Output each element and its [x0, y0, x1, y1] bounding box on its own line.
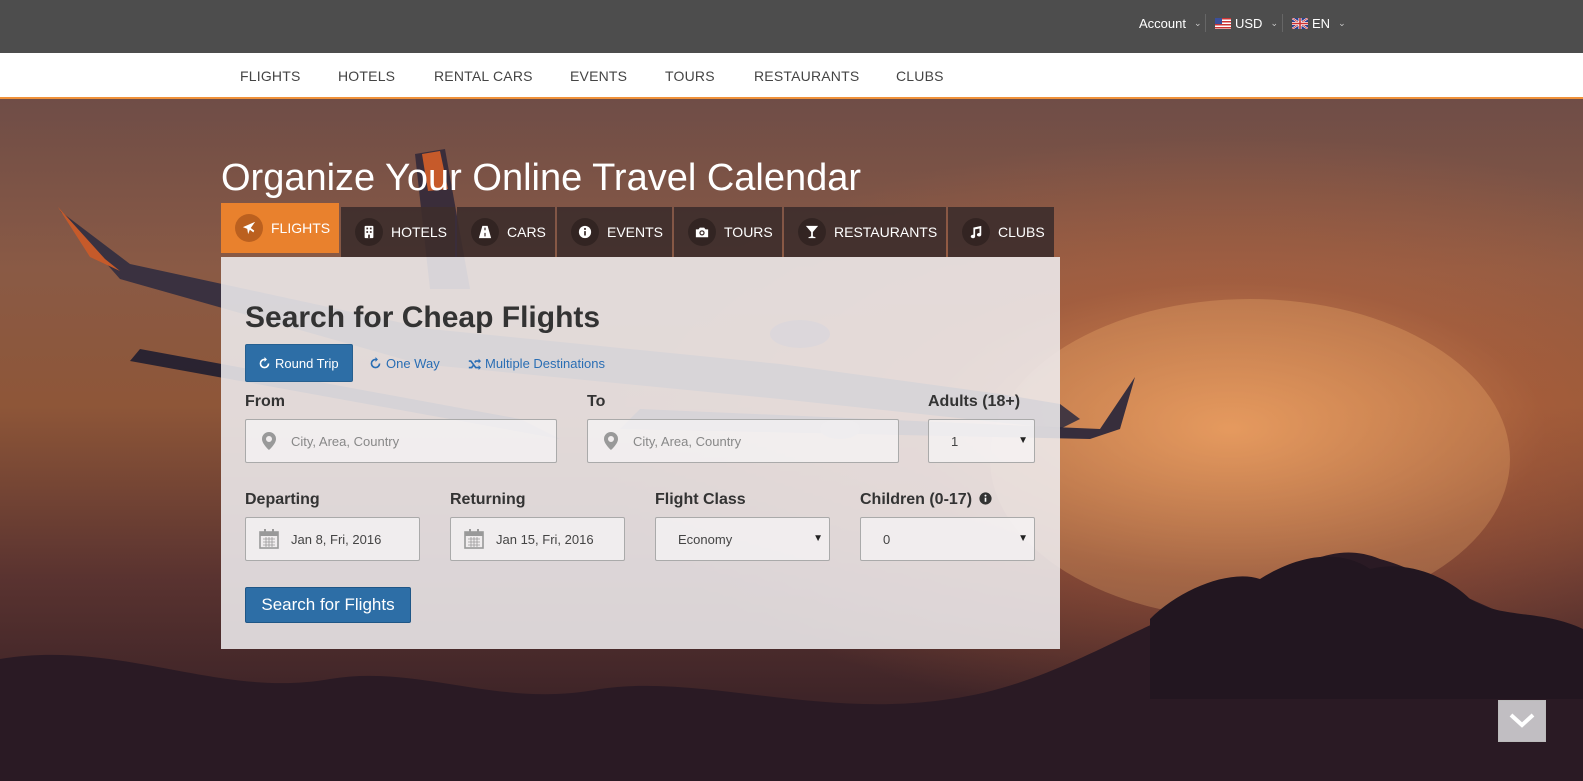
nav-hotels[interactable]: HOTELS	[338, 68, 395, 84]
calendar-icon	[451, 529, 496, 549]
hero-section: Organize Your Online Travel Calendar FLI…	[0, 99, 1583, 781]
caret-down-icon: ▼	[1018, 533, 1028, 544]
chevron-down-icon: ⌄	[1193, 18, 1202, 28]
tab-label: FLIGHTS	[271, 220, 331, 236]
us-flag-icon	[1215, 18, 1231, 29]
tab-clubs[interactable]: CLUBS	[948, 207, 1054, 257]
adults-value: 1	[951, 433, 959, 449]
from-label: From	[245, 393, 285, 410]
tab-label: RESTAURANTS	[834, 224, 938, 240]
info-circle-icon[interactable]	[979, 492, 993, 505]
search-flights-button[interactable]: Search for Flights	[245, 587, 411, 623]
from-placeholder: City, Area, Country	[291, 433, 400, 449]
flight-class-value: Economy	[678, 531, 733, 547]
info-icon	[571, 218, 599, 246]
to-label: To	[587, 393, 606, 410]
plane-icon	[235, 214, 263, 242]
tab-label: CARS	[507, 224, 546, 240]
uk-flag-icon	[1292, 18, 1308, 29]
account-label: Account	[1139, 16, 1186, 31]
returning-label: Returning	[450, 491, 526, 508]
refresh-icon	[259, 356, 270, 368]
children-select[interactable]: 0 ▼	[860, 517, 1035, 561]
chevron-down-icon	[1509, 713, 1535, 728]
main-nav: FLIGHTS HOTELS RENTAL CARS EVENTS TOURS …	[0, 53, 1583, 99]
returning-value: Jan 15, Fri, 2016	[496, 531, 594, 547]
tab-cars[interactable]: CARS	[457, 207, 555, 257]
round-trip-label: Round Trip	[275, 355, 339, 371]
shuffle-icon	[468, 358, 481, 370]
caret-down-icon: ▼	[1018, 435, 1028, 446]
language-menu[interactable]: EN ⌄	[1292, 16, 1346, 31]
one-way-label: One Way	[386, 355, 440, 371]
nav-restaurants[interactable]: RESTAURANTS	[754, 68, 859, 84]
nav-clubs[interactable]: CLUBS	[896, 68, 944, 84]
account-menu[interactable]: Account ⌄	[1139, 16, 1202, 31]
language-label: EN	[1312, 16, 1331, 31]
tab-tours[interactable]: TOURS	[674, 207, 782, 257]
adults-select[interactable]: 1 ▼	[928, 419, 1035, 463]
top-bar: Account ⌄ USD ⌄ EN ⌄	[0, 0, 1583, 53]
camera-icon	[688, 218, 716, 246]
hero-title: Organize Your Online Travel Calendar	[221, 157, 862, 199]
calendar-icon	[246, 529, 291, 549]
currency-label: USD	[1235, 16, 1263, 31]
tab-restaurants[interactable]: RESTAURANTS	[784, 207, 946, 257]
nav-flights[interactable]: FLIGHTS	[240, 68, 301, 84]
to-placeholder: City, Area, Country	[633, 433, 742, 449]
flight-class-label: Flight Class	[655, 491, 746, 508]
tab-hotels[interactable]: HOTELS	[341, 207, 455, 257]
tab-events[interactable]: EVENTS	[557, 207, 672, 257]
nav-events[interactable]: EVENTS	[570, 68, 627, 84]
map-marker-icon	[246, 432, 291, 450]
music-icon	[962, 218, 990, 246]
multiple-destinations-label: Multiple Destinations	[485, 355, 605, 371]
caret-down-icon: ▼	[813, 533, 823, 544]
from-input[interactable]: City, Area, Country	[245, 419, 557, 463]
divider	[1205, 14, 1206, 32]
tab-flights[interactable]: FLIGHTS	[221, 203, 339, 253]
round-trip-button[interactable]: Round Trip	[245, 344, 353, 382]
children-label: Children (0-17)	[860, 491, 993, 509]
nav-tours[interactable]: TOURS	[665, 68, 715, 84]
one-way-button[interactable]: One Way	[357, 344, 452, 382]
currency-menu[interactable]: USD ⌄	[1215, 16, 1278, 31]
children-label-text: Children (0-17)	[860, 491, 973, 508]
divider	[1282, 14, 1283, 32]
road-icon	[471, 218, 499, 246]
chevron-down-icon: ⌄	[1270, 18, 1278, 28]
search-panel: Search for Cheap Flights Round Trip One …	[221, 257, 1060, 649]
map-marker-icon	[588, 432, 633, 450]
search-title: Search for Cheap Flights	[245, 301, 601, 334]
glass-icon	[798, 218, 826, 246]
chevron-down-icon: ⌄	[1338, 18, 1346, 28]
returning-date-input[interactable]: Jan 15, Fri, 2016	[450, 517, 625, 561]
rotate-icon	[370, 356, 381, 368]
tab-label: CLUBS	[998, 224, 1045, 240]
tab-label: TOURS	[724, 224, 773, 240]
adults-label: Adults (18+)	[928, 393, 1021, 410]
departing-label: Departing	[245, 491, 320, 508]
nav-rental-cars[interactable]: RENTAL CARS	[434, 68, 533, 84]
departing-date-input[interactable]: Jan 8, Fri, 2016	[245, 517, 420, 561]
multiple-destinations-button[interactable]: Multiple Destinations	[456, 344, 617, 382]
departing-value: Jan 8, Fri, 2016	[291, 531, 382, 547]
scroll-down-button[interactable]	[1498, 700, 1546, 742]
to-input[interactable]: City, Area, Country	[587, 419, 899, 463]
flight-class-select[interactable]: Economy ▼	[655, 517, 830, 561]
tab-label: HOTELS	[391, 224, 448, 240]
tab-label: EVENTS	[607, 224, 664, 240]
building-icon	[355, 218, 383, 246]
children-value: 0	[883, 531, 891, 547]
